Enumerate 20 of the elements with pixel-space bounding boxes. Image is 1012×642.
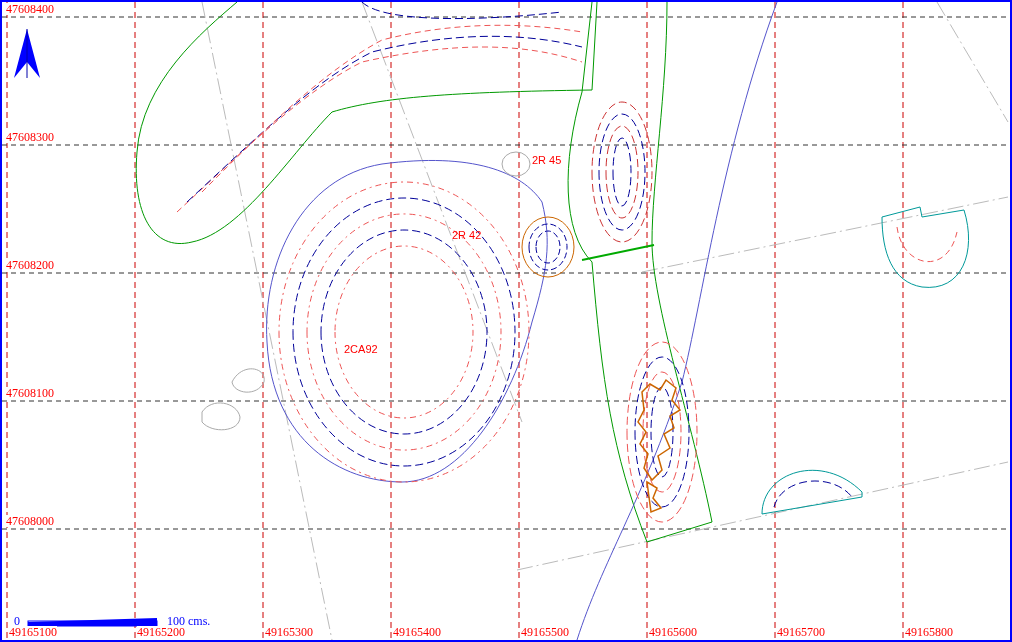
feature-label: 2R 45 — [532, 155, 562, 166]
x-coordinate-label: 49165600 — [649, 626, 697, 638]
y-coordinate-label: 47608100 — [6, 387, 54, 399]
feature-label: 2CA92 — [344, 344, 378, 355]
y-coordinate-label: 47608000 — [6, 515, 54, 527]
north-arrow-icon — [14, 28, 40, 79]
y-coordinate-label: 47608300 — [6, 131, 54, 143]
x-coordinate-label: 49165200 — [137, 626, 185, 638]
x-coordinate-label: 49165500 — [521, 626, 569, 638]
x-coordinate-label: 49165700 — [777, 626, 825, 638]
scale-bar-icon — [27, 618, 158, 627]
scale-start-label: 0 — [14, 615, 20, 627]
x-coordinate-label: 49165300 — [265, 626, 313, 638]
x-coordinate-label: 49165100 — [9, 626, 57, 638]
x-coordinate-label: 49165400 — [393, 626, 441, 638]
y-coordinate-label: 47608400 — [6, 3, 54, 15]
feature-label: 2R 42 — [452, 230, 482, 241]
x-coordinate-label: 49165800 — [905, 626, 953, 638]
scale-end-label: 100 cms. — [167, 615, 211, 627]
y-coordinate-label: 47608200 — [6, 259, 54, 271]
